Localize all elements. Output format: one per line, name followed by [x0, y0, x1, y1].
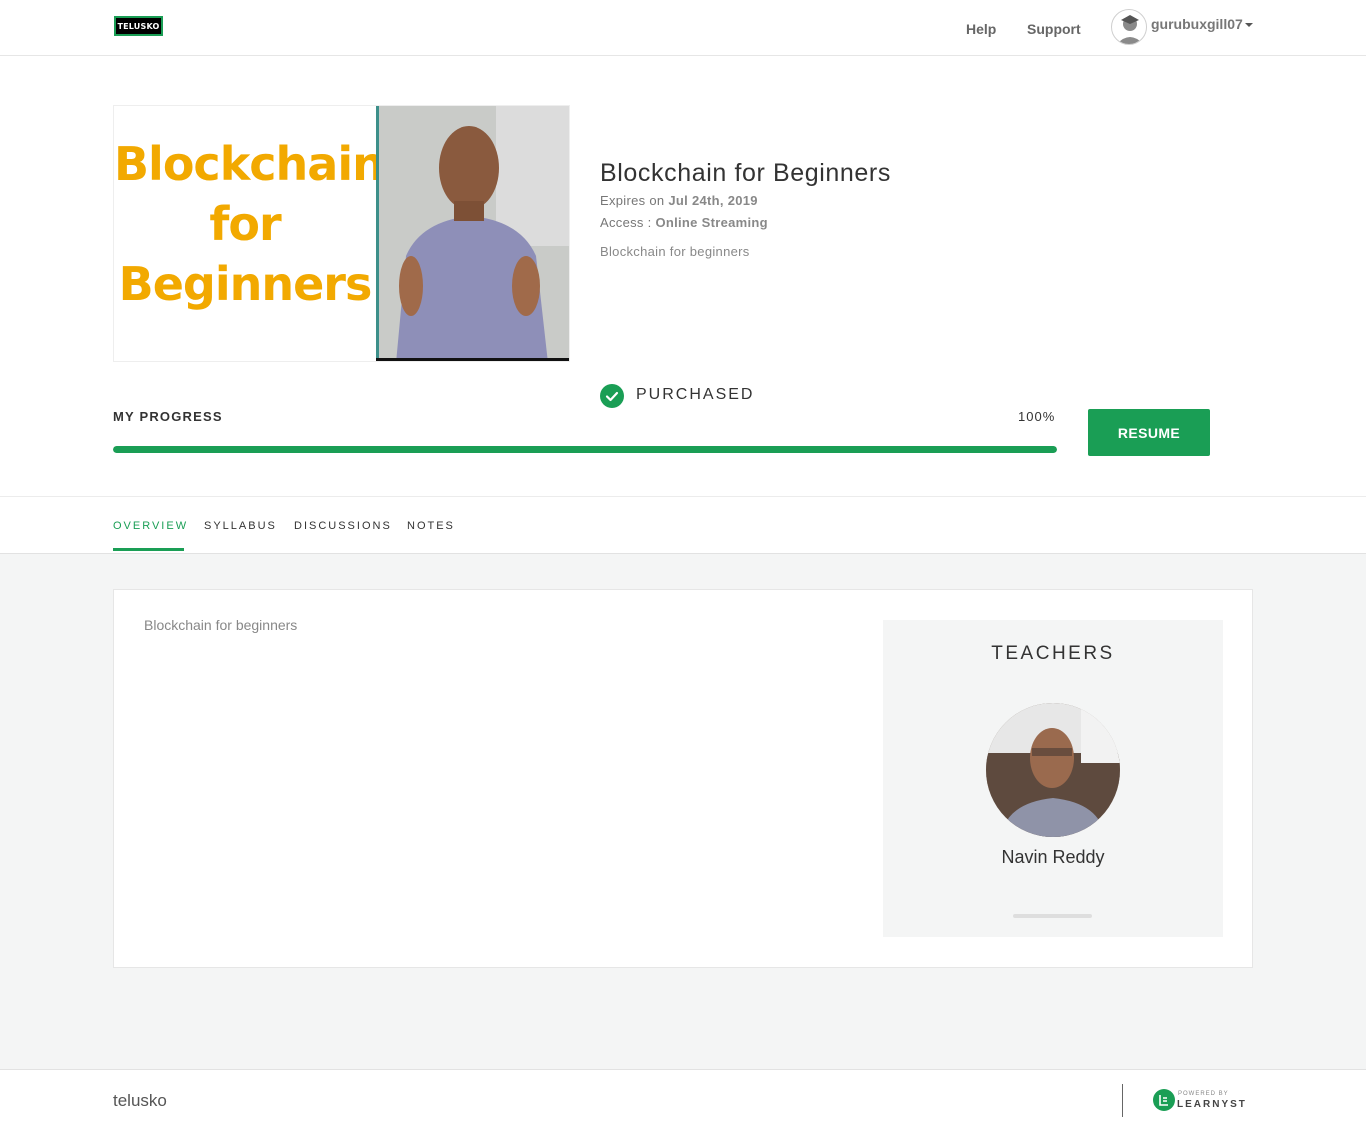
- teacher-name[interactable]: Navin Reddy: [883, 847, 1223, 868]
- overview-panel: Blockchain for beginners TEACHERS Navin …: [113, 589, 1253, 968]
- access-info: Access : Online Streaming: [600, 215, 768, 230]
- resume-button[interactable]: RESUME: [1088, 409, 1210, 456]
- powered-by-label: POWERED BY: [1178, 1091, 1229, 1097]
- check-circle-icon: [600, 384, 624, 408]
- learnyst-logo-icon[interactable]: [1153, 1089, 1175, 1111]
- telusko-logo[interactable]: TELUSKO: [114, 16, 163, 36]
- footer: telusko POWERED BY LEARNYST: [0, 1069, 1366, 1126]
- progress-label: MY PROGRESS: [113, 409, 223, 424]
- progress-percent: 100%: [1018, 409, 1056, 424]
- top-navbar: TELUSKO Help Support gurubuxgill07: [0, 0, 1366, 56]
- course-title: Blockchain for Beginners: [600, 159, 891, 187]
- carousel-indicator[interactable]: [1013, 914, 1092, 918]
- footer-divider: [1122, 1084, 1123, 1117]
- expiry-info: Expires on Jul 24th, 2019: [600, 193, 758, 208]
- thumbnail-title: Blockchain for Beginners: [114, 137, 385, 311]
- footer-brand: telusko: [113, 1091, 167, 1110]
- course-thumbnail: Blockchain for Beginners: [113, 105, 570, 362]
- teachers-heading: TEACHERS: [991, 643, 1115, 664]
- expiry-date: Jul 24th, 2019: [668, 193, 758, 208]
- tab-notes[interactable]: NOTES: [407, 520, 455, 532]
- teacher-avatar[interactable]: [986, 703, 1120, 837]
- access-type: Online Streaming: [655, 215, 768, 230]
- overview-description: Blockchain for beginners: [144, 617, 298, 633]
- course-short-description: Blockchain for beginners: [600, 244, 750, 259]
- active-tab-indicator: [113, 548, 184, 551]
- chevron-down-icon[interactable]: [1245, 23, 1253, 27]
- tab-discussions[interactable]: DISCUSSIONS: [294, 520, 392, 532]
- teachers-panel: TEACHERS Navin Reddy: [883, 620, 1223, 937]
- nav-help-link[interactable]: Help: [966, 21, 996, 37]
- username-menu[interactable]: gurubuxgill07: [1151, 16, 1243, 32]
- progress-bar-fill: [113, 446, 1057, 453]
- progress-bar: [113, 446, 1057, 453]
- course-tabs: OVERVIEW SYLLABUS DISCUSSIONS NOTES: [0, 497, 1366, 554]
- nav-support-link[interactable]: Support: [1027, 21, 1081, 37]
- learnyst-wordmark[interactable]: LEARNYST: [1177, 1099, 1247, 1110]
- instructor-photo: [376, 106, 569, 361]
- purchased-status: PURCHASED: [636, 386, 755, 403]
- tab-syllabus[interactable]: SYLLABUS: [204, 520, 277, 532]
- user-avatar-icon[interactable]: [1111, 9, 1147, 45]
- tab-overview[interactable]: OVERVIEW: [113, 520, 188, 532]
